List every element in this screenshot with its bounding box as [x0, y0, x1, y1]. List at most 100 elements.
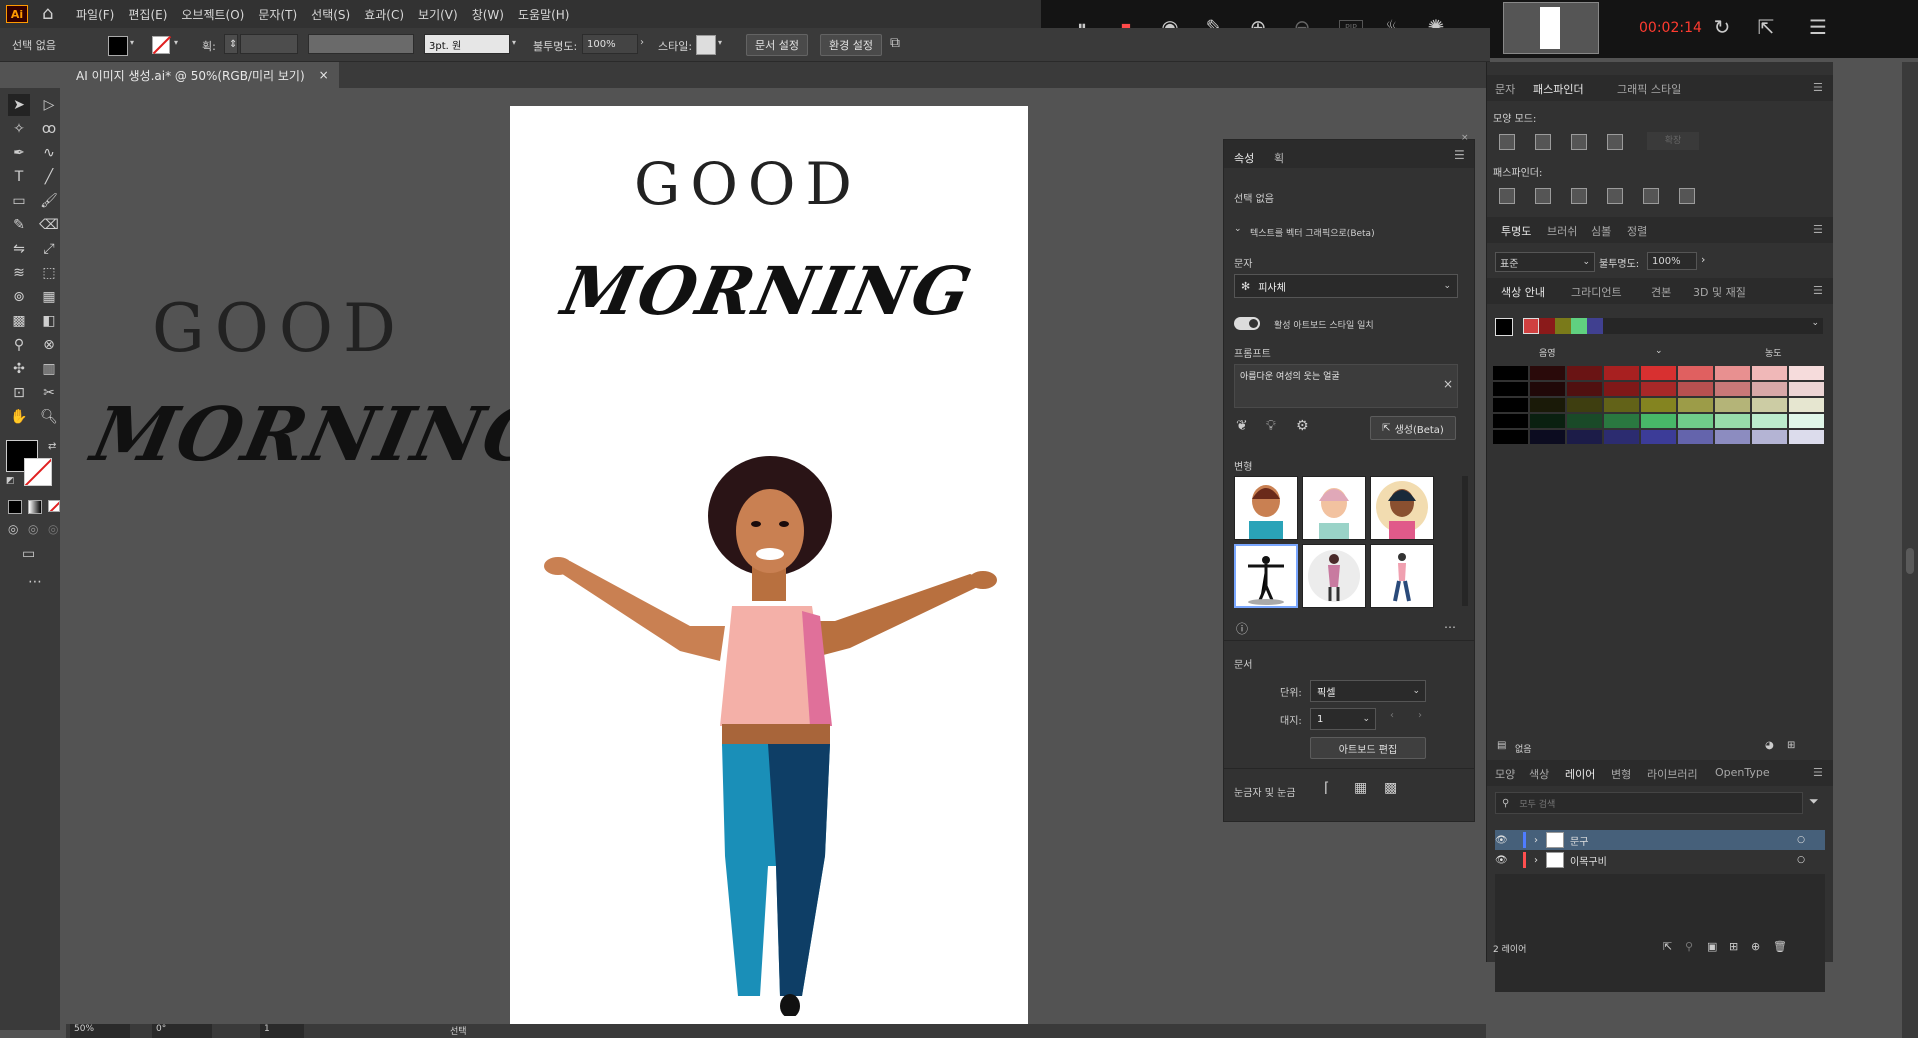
- layers-menu-icon[interactable]: ☰: [1813, 766, 1823, 779]
- line-tool-icon[interactable]: ╱: [38, 166, 60, 188]
- base-color-swatch[interactable]: [1495, 318, 1513, 336]
- rectangle-tool-icon[interactable]: ▭: [8, 190, 30, 212]
- clear-prompt-icon[interactable]: ×: [1443, 377, 1453, 391]
- target-circle-icon[interactable]: ○: [1797, 835, 1805, 845]
- menu-select[interactable]: 선택(S): [311, 6, 350, 23]
- layer-name[interactable]: 문구: [1570, 833, 1588, 848]
- next-artboard-icon[interactable]: ›: [1418, 710, 1422, 721]
- default-colors-icon[interactable]: ◩: [6, 476, 15, 486]
- ruler-icon[interactable]: ⌈: [1324, 780, 1329, 796]
- blend-mode-select[interactable]: 표준 ⌄: [1495, 252, 1595, 272]
- blend-tool-icon[interactable]: ⊗: [38, 334, 60, 356]
- woman-illustration[interactable]: [540, 426, 1000, 1016]
- recolor-icon[interactable]: ❦: [1236, 418, 1248, 434]
- scale-tool-icon[interactable]: ⤢: [38, 238, 60, 260]
- brush-definition-field[interactable]: 3pt. 원: [424, 34, 510, 54]
- selection-tool-icon[interactable]: ➤: [8, 94, 30, 116]
- shape-builder-tool-icon[interactable]: ⊚: [8, 286, 30, 308]
- pixel-grid-icon[interactable]: ▩: [1384, 780, 1397, 796]
- layer-row[interactable]: 👁︎ › 문구 ○: [1495, 830, 1825, 850]
- tab-libraries[interactable]: 라이브러리: [1647, 766, 1698, 782]
- visibility-eye-icon[interactable]: 👁︎: [1495, 835, 1513, 846]
- variants-scrollbar[interactable]: [1462, 476, 1468, 606]
- draw-behind-icon[interactable]: ◎: [28, 522, 38, 536]
- free-transform-tool-icon[interactable]: ⬚: [38, 262, 60, 284]
- merge-icon[interactable]: [1571, 188, 1587, 204]
- close-tab-icon[interactable]: ×: [319, 68, 329, 82]
- none-mode-icon[interactable]: [48, 500, 60, 512]
- tab-swatches[interactable]: 견본: [1651, 284, 1671, 300]
- artboard-tool-icon[interactable]: ⊡: [8, 382, 30, 404]
- menu-file[interactable]: 파일(F): [76, 6, 114, 23]
- more-tools-icon[interactable]: ⋯: [28, 574, 42, 590]
- style-dropdown-icon[interactable]: ▾: [718, 38, 722, 47]
- tab-pathfinder[interactable]: 패스파인더: [1533, 81, 1584, 97]
- lasso-tool-icon[interactable]: ꝏ: [38, 118, 60, 140]
- fill-dropdown-icon[interactable]: ▾: [130, 38, 134, 47]
- eyedropper-tool-icon[interactable]: ⚲: [8, 334, 30, 356]
- menu-edit[interactable]: 편집(E): [128, 6, 167, 23]
- tab-character[interactable]: 문자: [1495, 81, 1515, 97]
- tab-brushes[interactable]: 브러쉬: [1547, 223, 1577, 239]
- locate-object-icon[interactable]: ⚲: [1685, 940, 1693, 953]
- fill-color-swatch[interactable]: [108, 36, 128, 56]
- curvature-tool-icon[interactable]: ∿: [38, 142, 60, 164]
- mesh-tool-icon[interactable]: ▩: [8, 310, 30, 332]
- tab-color-guide[interactable]: 색상 안내: [1501, 284, 1545, 300]
- swap-fill-stroke-icon[interactable]: ⇄: [48, 441, 56, 452]
- graphic-style-swatch[interactable]: [696, 35, 716, 55]
- prev-artboard-icon[interactable]: ‹: [1390, 710, 1394, 721]
- hand-tool-icon[interactable]: ✋: [8, 406, 30, 428]
- tab-layers[interactable]: 레이어: [1565, 766, 1595, 782]
- tab-graphic-styles[interactable]: 그래픽 스타일: [1617, 81, 1681, 97]
- pathfinder-menu-icon[interactable]: ☰: [1813, 81, 1823, 94]
- divide-icon[interactable]: [1499, 188, 1515, 204]
- recording-preview-thumbnail[interactable]: [1503, 2, 1599, 54]
- stroke-swatch[interactable]: [24, 458, 52, 486]
- draw-inside-icon[interactable]: ◎: [48, 522, 58, 536]
- swatch-library-icon[interactable]: ▤: [1497, 740, 1506, 751]
- stroke-stepper[interactable]: ⇕: [224, 34, 238, 54]
- clipping-mask-icon[interactable]: ▣: [1707, 940, 1717, 953]
- zoom-field[interactable]: 50%: [70, 1024, 130, 1038]
- stroke-dropdown-icon[interactable]: ▾: [174, 38, 178, 47]
- info-icon[interactable]: ⓘ: [1236, 620, 1248, 637]
- pasteboard-good-text[interactable]: GOOD: [152, 290, 406, 367]
- type-select[interactable]: ✻ 피사체 ⌄: [1234, 274, 1458, 298]
- settings-gear-icon[interactable]: ⚙: [1296, 418, 1309, 434]
- export-layer-icon[interactable]: ⇱: [1663, 940, 1672, 953]
- variant-thumbnail-1[interactable]: [1234, 476, 1298, 540]
- color-guide-menu-icon[interactable]: ☰: [1813, 284, 1823, 297]
- color-mode-icon[interactable]: [8, 500, 22, 514]
- tab-transparency[interactable]: 투명도: [1501, 223, 1531, 239]
- direct-selection-tool-icon[interactable]: ▷: [38, 94, 60, 116]
- perspective-grid-tool-icon[interactable]: ▦: [38, 286, 60, 308]
- layer-row[interactable]: 👁︎ › 이목구비 ○: [1495, 850, 1825, 870]
- opacity-field[interactable]: 100%: [582, 34, 638, 54]
- tab-color[interactable]: 색상: [1529, 766, 1549, 782]
- export-icon[interactable]: ⇱: [1753, 14, 1779, 40]
- edit-colors-icon[interactable]: ◕: [1765, 740, 1774, 751]
- minus-back-icon[interactable]: [1679, 188, 1695, 204]
- panel-menu-icon[interactable]: ☰: [1454, 148, 1465, 162]
- home-icon[interactable]: ⌂: [42, 4, 62, 24]
- magic-wand-tool-icon[interactable]: ✧: [8, 118, 30, 140]
- variant-thumbnail-6[interactable]: [1370, 544, 1434, 608]
- paintbrush-tool-icon[interactable]: 🖌︎: [38, 190, 60, 212]
- gradient-tool-icon[interactable]: ◧: [38, 310, 60, 332]
- type-tool-icon[interactable]: T: [8, 166, 30, 188]
- dock-opacity-field[interactable]: 100%: [1647, 252, 1697, 270]
- rotation-field[interactable]: 0°: [152, 1024, 212, 1038]
- grid-icon[interactable]: ▦: [1354, 780, 1367, 796]
- exclude-icon[interactable]: [1607, 134, 1623, 150]
- filter-icon[interactable]: ⏷: [1809, 794, 1819, 809]
- artboard-navigator[interactable]: 1: [260, 1024, 304, 1038]
- visibility-eye-icon[interactable]: 👁︎: [1495, 855, 1513, 866]
- tab-gradient[interactable]: 그라디언트: [1571, 284, 1622, 300]
- column-graph-tool-icon[interactable]: ▥: [38, 358, 60, 380]
- menu-view[interactable]: 보기(V): [418, 6, 458, 23]
- trim-icon[interactable]: [1535, 188, 1551, 204]
- tab-opentype[interactable]: OpenType: [1715, 766, 1770, 779]
- new-sublayer-icon[interactable]: ⊞: [1729, 940, 1738, 953]
- variant-thumbnail-4[interactable]: [1234, 544, 1298, 608]
